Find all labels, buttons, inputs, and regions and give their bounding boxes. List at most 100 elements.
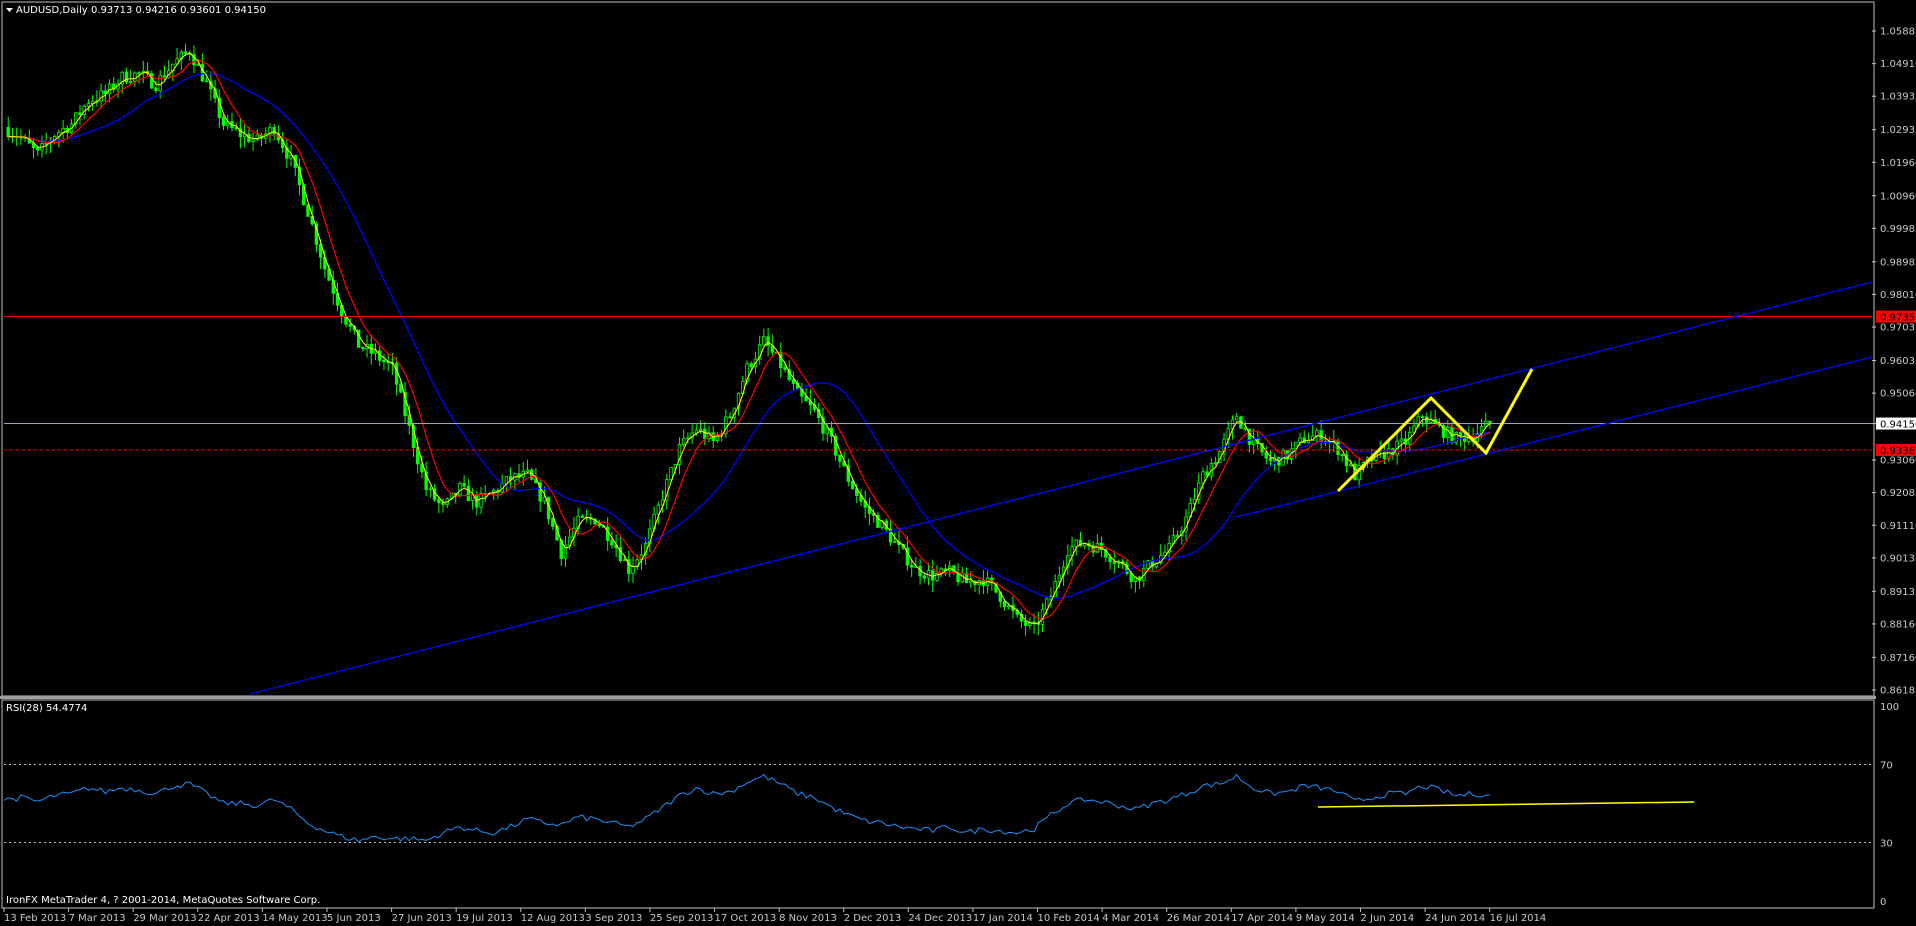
candle-body xyxy=(1023,620,1028,626)
candle-body xyxy=(605,526,610,542)
date-tick-label: 13 Feb 2013 xyxy=(4,913,66,924)
candle-body xyxy=(428,488,433,491)
date-tick-label: 3 Sep 2013 xyxy=(585,913,642,924)
price-tick-label: 0.88160 xyxy=(1880,619,1916,630)
candle-body xyxy=(931,570,935,581)
candle-body xyxy=(893,541,897,543)
candle-body xyxy=(580,515,585,518)
candle-body xyxy=(1057,574,1062,582)
candle-body xyxy=(1458,432,1463,437)
resistance-price-tag: 0.9735 xyxy=(1880,313,1915,324)
candle-body xyxy=(137,72,141,75)
candle-body xyxy=(150,73,154,89)
rsi-tick-label: 70 xyxy=(1880,761,1893,772)
candle-body xyxy=(631,566,635,574)
candle-body xyxy=(479,493,483,508)
candle-body xyxy=(1201,471,1205,484)
candle-body xyxy=(909,564,914,568)
candle-body xyxy=(1424,416,1429,423)
candle-body xyxy=(791,379,796,384)
candle-body xyxy=(1268,457,1273,462)
candle-body xyxy=(251,138,255,142)
candle-body xyxy=(525,469,530,472)
chart-background xyxy=(0,0,1916,926)
candle-body xyxy=(382,359,386,363)
candle-body xyxy=(686,437,690,440)
date-tick-label: 12 Aug 2013 xyxy=(521,913,585,924)
price-tick-label: 0.92085 xyxy=(1880,488,1916,499)
ohlc-label: 0.93713 0.94216 0.93601 0.94150 xyxy=(91,5,266,16)
candle-body xyxy=(1235,416,1239,421)
candle-body xyxy=(825,427,829,434)
candle-body xyxy=(1420,416,1425,419)
rsi-tick-label: 0 xyxy=(1880,897,1886,908)
price-tick-label: 1.01960 xyxy=(1880,158,1916,169)
price-tick-label: 0.90135 xyxy=(1880,553,1916,564)
candle-body xyxy=(1074,539,1078,548)
candle-body xyxy=(86,103,91,107)
candle-body xyxy=(1315,430,1319,437)
candle-body xyxy=(466,485,471,502)
price-tick-label: 0.87160 xyxy=(1880,653,1916,664)
candle-body xyxy=(204,80,209,83)
candle-body xyxy=(1488,420,1492,424)
copyright-text: IronFX MetaTrader 4, ? 2001-2014, MetaQu… xyxy=(6,895,320,906)
current-price-tag: 0.94150 xyxy=(1880,420,1916,431)
candle-body xyxy=(78,112,82,115)
rsi-tick-label: 100 xyxy=(1880,702,1899,713)
candle-body xyxy=(969,580,973,584)
price-tick-label: 0.89135 xyxy=(1880,587,1916,598)
candle-body xyxy=(960,572,965,583)
candle-body xyxy=(681,438,686,445)
candle-body xyxy=(1298,437,1302,443)
price-tick-label: 1.03935 xyxy=(1880,92,1916,103)
date-tick-label: 7 Mar 2013 xyxy=(69,913,126,924)
date-tick-label: 27 Jun 2013 xyxy=(392,913,452,924)
candle-body xyxy=(221,117,226,126)
date-tick-label: 24 Dec 2013 xyxy=(908,913,972,924)
candle-body xyxy=(437,499,441,504)
price-tick-label: 1.05885 xyxy=(1880,27,1916,38)
date-tick-label: 4 Mar 2014 xyxy=(1102,913,1159,924)
candle-body xyxy=(922,575,927,579)
candle-body xyxy=(783,367,787,370)
price-tick-label: 0.98985 xyxy=(1880,257,1916,268)
candle-body xyxy=(462,483,466,487)
price-tick-label: 0.98010 xyxy=(1880,290,1916,301)
candle-body xyxy=(272,127,276,135)
candle-body xyxy=(779,352,783,368)
candle-body xyxy=(1002,600,1007,608)
price-tick-label: 1.02935 xyxy=(1880,125,1916,136)
rsi-label: RSI(28) 54.4774 xyxy=(6,703,87,714)
candle-body xyxy=(107,83,112,95)
date-tick-label: 25 Sep 2013 xyxy=(650,913,713,924)
date-tick-label: 17 Oct 2013 xyxy=(715,913,777,924)
candle-body xyxy=(36,147,40,151)
candle-body xyxy=(610,540,614,546)
date-tick-label: 5 Jun 2013 xyxy=(327,913,381,924)
date-tick-label: 29 Mar 2013 xyxy=(133,913,196,924)
candle-body xyxy=(669,467,673,480)
date-tick-label: 8 Nov 2013 xyxy=(779,913,837,924)
candle-body xyxy=(1213,462,1218,464)
symbol-label: AUDUSD,Daily xyxy=(16,5,88,16)
price-tick-label: 1.04910 xyxy=(1880,59,1916,70)
pane-separator[interactable] xyxy=(0,696,1876,699)
date-tick-label: 22 Apr 2013 xyxy=(198,913,260,924)
candle-body xyxy=(1399,438,1404,442)
date-tick-label: 10 Feb 2014 xyxy=(1038,913,1100,924)
date-tick-label: 16 Jul 2014 xyxy=(1490,913,1547,924)
candle-body xyxy=(749,363,753,368)
date-tick-label: 17 Jan 2014 xyxy=(973,913,1033,924)
price-chart[interactable]: AUDUSD,Daily 0.93713 0.94216 0.93601 0.9… xyxy=(0,0,1916,926)
price-tick-label: 0.93060 xyxy=(1880,456,1916,467)
candle-body xyxy=(551,518,555,527)
candle-body xyxy=(1336,440,1340,456)
candle-body xyxy=(838,454,842,462)
candle-body xyxy=(1112,561,1116,564)
date-tick-label: 9 May 2014 xyxy=(1296,913,1355,924)
price-tick-label: 0.99985 xyxy=(1880,224,1916,235)
candle-body xyxy=(458,483,462,496)
candle-body xyxy=(6,127,10,138)
date-tick-label: 2 Jun 2014 xyxy=(1360,913,1414,924)
